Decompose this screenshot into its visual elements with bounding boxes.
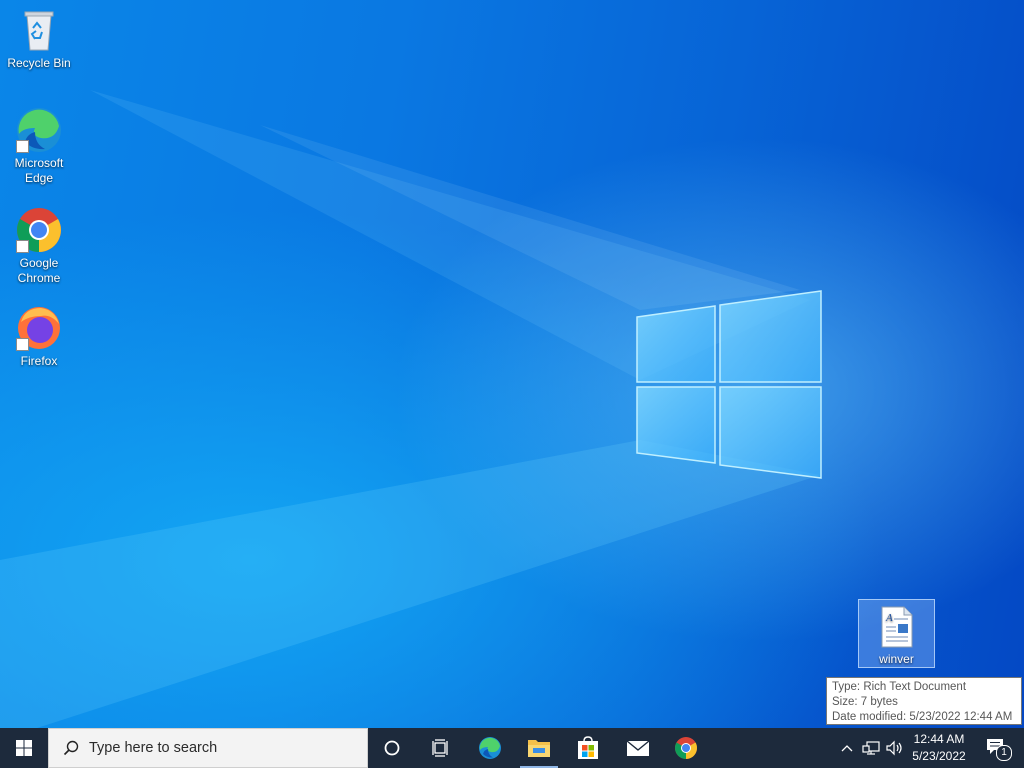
chrome-icon	[675, 737, 697, 759]
search-placeholder: Type here to search	[89, 740, 218, 756]
desktop-icon-chrome[interactable]: Google Chrome	[3, 206, 75, 286]
clock-date: 5/23/2022	[912, 749, 966, 763]
mail-icon	[626, 740, 650, 756]
shortcut-arrow-icon	[16, 140, 29, 153]
network-button[interactable]	[860, 728, 882, 768]
svg-text:A: A	[885, 612, 893, 624]
taskbar-edge-button[interactable]	[466, 728, 514, 768]
volume-icon	[886, 740, 902, 756]
shortcut-arrow-icon	[16, 338, 29, 351]
desktop-icon-label: Google Chrome	[17, 256, 61, 285]
file-info-tooltip: Type: Rich Text Document Size: 7 bytes D…	[826, 677, 1022, 725]
edge-icon	[479, 737, 501, 759]
chrome-icon	[15, 206, 63, 254]
taskbar-chrome-button[interactable]	[662, 728, 710, 768]
task-view-icon	[432, 739, 448, 757]
taskbar-search-box[interactable]: Type here to search	[48, 728, 368, 768]
taskbar-clock[interactable]: 12:44 AM 5/23/2022	[908, 728, 970, 768]
shortcut-arrow-icon	[16, 240, 29, 253]
tooltip-size: Size: 7 bytes	[832, 696, 898, 708]
store-icon	[578, 736, 598, 759]
file-explorer-icon	[528, 740, 550, 757]
action-center-button[interactable]: 1	[976, 728, 1016, 768]
taskbar-store-button[interactable]	[564, 728, 612, 768]
edge-icon	[15, 106, 63, 154]
search-icon	[63, 740, 79, 756]
taskbar-file-explorer-button[interactable]	[514, 728, 564, 768]
windows-start-icon	[16, 740, 32, 756]
cortana-button[interactable]	[368, 728, 416, 768]
desktop-icon-label: Firefox	[20, 354, 58, 368]
network-icon	[862, 741, 880, 755]
cortana-icon	[384, 740, 400, 756]
windows-logo-wallpaper	[636, 290, 822, 479]
show-hidden-icons-button[interactable]	[838, 728, 856, 768]
desktop-icon-label: Recycle Bin	[7, 56, 71, 70]
desktop-file-winver[interactable]: A winver	[858, 599, 935, 668]
taskbar: Type here to search 12:44 AM 5/23/2022 1	[0, 728, 1024, 768]
desktop[interactable]: Recycle Bin Microsoft Edge Google Chrome…	[0, 0, 1024, 728]
chevron-up-icon	[841, 745, 853, 752]
desktop-file-label: winver	[879, 652, 914, 666]
desktop-icon-firefox[interactable]: Firefox	[3, 304, 75, 369]
clock-time: 12:44 AM	[913, 732, 965, 746]
recycle-bin-icon	[15, 6, 63, 54]
start-button[interactable]	[0, 728, 48, 768]
rich-text-document-icon: A	[880, 606, 914, 648]
taskbar-mail-button[interactable]	[614, 728, 662, 768]
desktop-icon-label: Microsoft Edge	[14, 156, 64, 185]
notification-count-badge: 1	[996, 745, 1012, 761]
tooltip-modified: Date modified: 5/23/2022 12:44 AM	[832, 711, 1013, 723]
desktop-icon-recycle-bin[interactable]: Recycle Bin	[3, 6, 75, 71]
tooltip-type: Type: Rich Text Document	[832, 681, 967, 693]
task-view-button[interactable]	[416, 728, 464, 768]
volume-button[interactable]	[884, 728, 906, 768]
firefox-icon	[15, 304, 63, 352]
desktop-icon-edge[interactable]: Microsoft Edge	[3, 106, 75, 186]
